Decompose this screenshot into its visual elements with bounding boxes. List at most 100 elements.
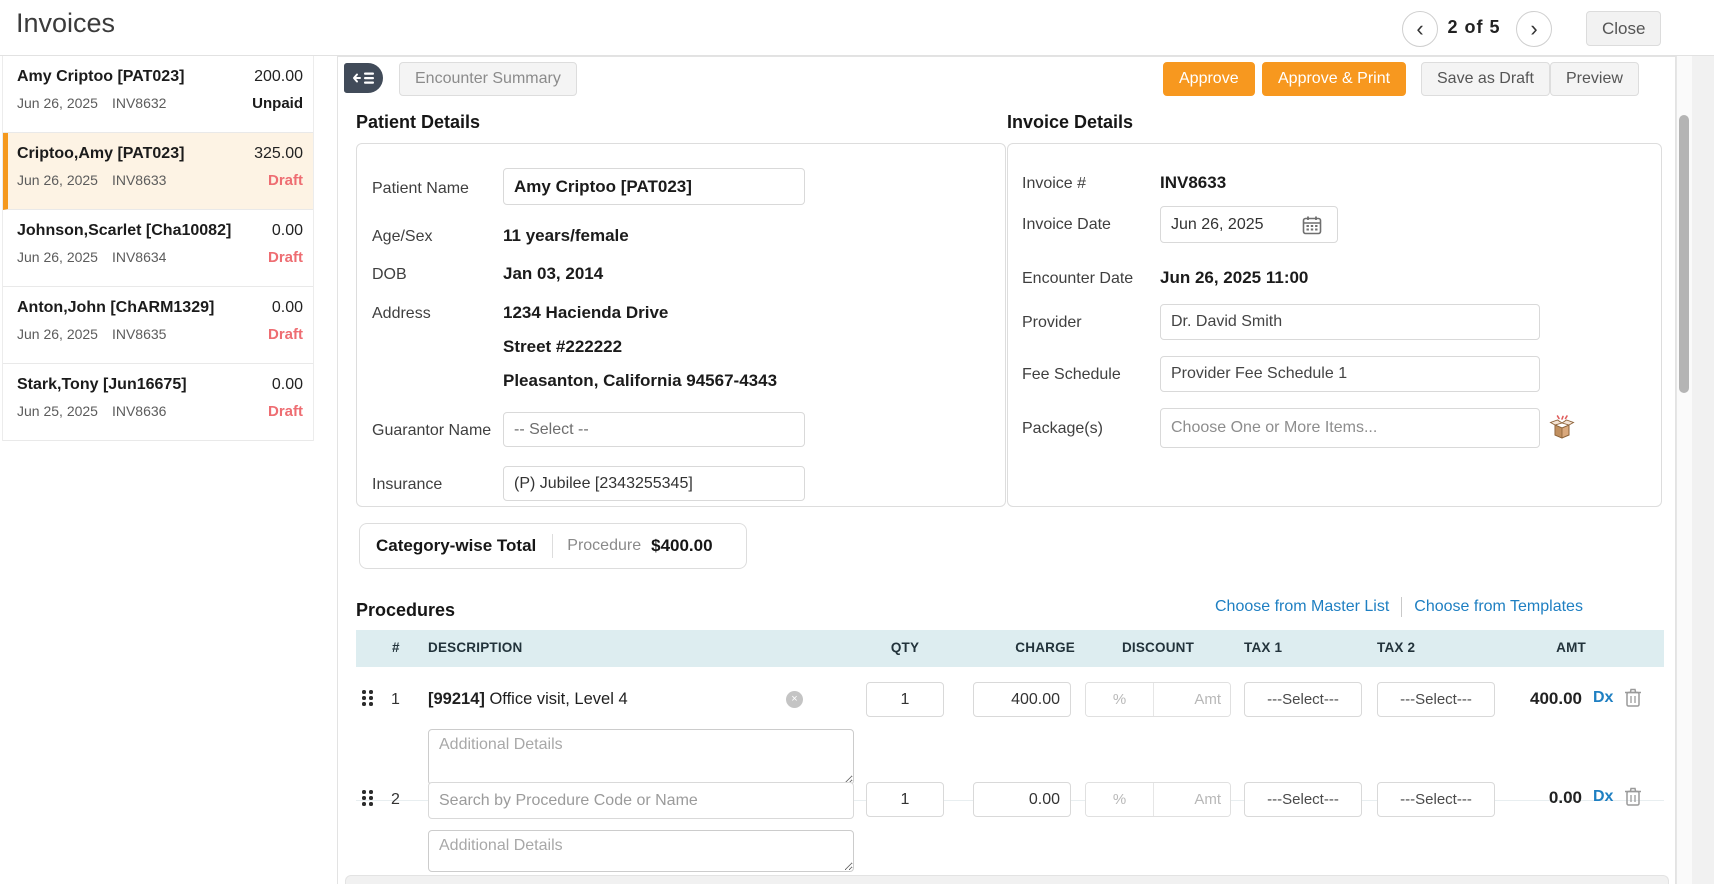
procedure-code: [99214]: [428, 690, 485, 708]
approve-and-print-button[interactable]: Approve & Print: [1262, 62, 1407, 96]
qty-input[interactable]: [866, 782, 944, 817]
invoice-list-item-selected[interactable]: Criptoo,Amy [PAT023] 325.00 Jun 26, 2025…: [3, 133, 313, 210]
delete-row-icon[interactable]: [1624, 786, 1642, 807]
patient-name-input[interactable]: [503, 168, 805, 205]
additional-details-textarea[interactable]: [428, 729, 854, 785]
invoice-date: Jun 25, 2025: [17, 403, 98, 419]
preview-button[interactable]: Preview: [1550, 62, 1639, 96]
dx-link[interactable]: Dx: [1593, 788, 1613, 806]
invoice-amount: 0.00: [271, 222, 303, 239]
invoice-date: Jun 26, 2025: [17, 249, 98, 265]
choose-from-templates-link[interactable]: Choose from Templates: [1414, 598, 1583, 616]
save-as-draft-button[interactable]: Save as Draft: [1421, 62, 1550, 96]
approve-button[interactable]: Approve: [1163, 62, 1255, 96]
invoice-list-item[interactable]: Amy Criptoo [PAT023] 200.00 Jun 26, 2025…: [3, 56, 313, 133]
tax1-select[interactable]: ---Select---: [1244, 682, 1362, 717]
invoice-list-sidebar: Amy Criptoo [PAT023] 200.00 Jun 26, 2025…: [2, 56, 314, 441]
patient-name-label: Patient Name: [372, 180, 469, 197]
packages-label: Package(s): [1022, 420, 1103, 437]
clear-procedure-icon[interactable]: ×: [786, 691, 803, 708]
invoice-list-item[interactable]: Anton,John [ChARM1329] 0.00 Jun 26, 2025…: [3, 287, 313, 364]
dob-label: DOB: [372, 266, 407, 283]
discount-amount-input[interactable]: [1154, 683, 1230, 716]
age-sex-value: 11 years/female: [503, 226, 629, 245]
tax2-select[interactable]: ---Select---: [1377, 782, 1495, 817]
dob-value: Jan 03, 2014: [503, 264, 604, 283]
chevron-right-icon: ›: [1530, 16, 1538, 41]
charge-input[interactable]: [973, 682, 1071, 717]
qty-input[interactable]: [866, 682, 944, 717]
col-header-tax1: TAX 1: [1244, 640, 1283, 655]
row-number: 1: [391, 691, 400, 708]
col-header-charge: CHARGE: [1015, 640, 1075, 655]
category-total-category: Procedure: [567, 537, 642, 554]
insurance-label: Insurance: [372, 476, 443, 493]
col-header-discount: DISCOUNT: [1121, 640, 1195, 655]
invoice-list-item[interactable]: Stark,Tony [Jun16675] 0.00 Jun 25, 2025 I…: [3, 364, 313, 441]
invoice-number-value: INV8633: [1160, 173, 1227, 192]
collapse-sidebar-icon[interactable]: [344, 63, 383, 93]
page-title: Invoices: [16, 8, 116, 38]
additional-details-textarea[interactable]: [428, 830, 854, 872]
charge-input[interactable]: [973, 782, 1071, 817]
invoice-list-item[interactable]: Johnson,Scarlet [Cha10082] 0.00 Jun 26, …: [3, 210, 313, 287]
procedures-table-header: # DESCRIPTION QTY CHARGE DISCOUNT TAX 1 …: [356, 630, 1664, 667]
invoices-screen: Invoices ‹ 2 of 5 › Close Amy Criptoo [P…: [0, 0, 1714, 884]
discount-percent-input[interactable]: [1086, 683, 1154, 716]
row-drag-handle[interactable]: [362, 690, 373, 706]
insurance-select[interactable]: (P) Jubilee [2343255345]: [503, 466, 805, 501]
address-line-2: Street #222222: [503, 337, 623, 356]
discount-percent-input[interactable]: [1086, 783, 1154, 816]
col-header-amt: AMT: [1556, 640, 1586, 655]
dx-link[interactable]: Dx: [1593, 689, 1613, 707]
invoice-amount: 325.00: [254, 145, 303, 162]
invoice-status-badge: Unpaid: [252, 95, 303, 112]
invoice-amount: 0.00: [271, 376, 303, 393]
invoice-patient-name: Amy Criptoo [PAT023]: [17, 68, 185, 85]
invoice-status-badge: Draft: [267, 403, 303, 420]
encounter-summary-button[interactable]: Encounter Summary: [399, 62, 577, 96]
links-divider: [1401, 597, 1403, 617]
invoice-number: INV8636: [111, 403, 167, 419]
next-invoice-button[interactable]: ›: [1516, 11, 1552, 47]
encounter-date-value: Jun 26, 2025 11:00: [1160, 268, 1309, 287]
provider-label: Provider: [1022, 314, 1082, 331]
discount-amount-input[interactable]: [1154, 783, 1230, 816]
guarantor-label: Guarantor Name: [372, 422, 492, 439]
right-gutter: [1692, 56, 1714, 884]
fee-schedule-label: Fee Schedule: [1022, 366, 1121, 383]
invoice-amount: 0.00: [271, 299, 303, 316]
category-total-amount: $400.00: [651, 536, 713, 555]
address-line-3: Pleasanton, California 94567-4343: [503, 371, 778, 390]
calendar-icon[interactable]: [1302, 215, 1322, 235]
vertical-scrollbar-thumb[interactable]: [1679, 115, 1689, 393]
row-drag-handle[interactable]: [362, 790, 373, 806]
invoice-date: Jun 26, 2025: [17, 95, 98, 111]
delete-row-icon[interactable]: [1624, 687, 1642, 708]
provider-select[interactable]: Dr. David Smith: [1160, 304, 1540, 340]
chevron-left-icon: ‹: [1416, 16, 1424, 41]
encounter-date-label: Encounter Date: [1022, 270, 1134, 287]
package-box-icon[interactable]: [1549, 414, 1575, 440]
close-button[interactable]: Close: [1586, 11, 1662, 46]
procedure-search-input[interactable]: [428, 782, 854, 819]
invoice-patient-name: Anton,John [ChARM1329]: [17, 299, 215, 316]
patient-details-heading: Patient Details: [356, 112, 481, 132]
address-line-1: 1234 Hacienda Drive: [503, 303, 669, 322]
invoice-number: INV8633: [111, 172, 167, 188]
choose-from-master-list-link[interactable]: Choose from Master List: [1215, 598, 1389, 616]
invoice-date: Jun 26, 2025: [17, 326, 98, 342]
guarantor-select[interactable]: -- Select --: [503, 412, 805, 447]
packages-multiselect[interactable]: Choose One or More Items...: [1160, 408, 1540, 448]
invoice-status-badge: Draft: [267, 249, 303, 266]
tax2-select[interactable]: ---Select---: [1377, 682, 1495, 717]
invoice-details-heading: Invoice Details: [1007, 112, 1134, 132]
invoice-number: INV8634: [111, 249, 167, 265]
col-header-num: #: [392, 640, 400, 655]
fee-schedule-select[interactable]: Provider Fee Schedule 1: [1160, 356, 1540, 392]
invoice-number-label: Invoice #: [1022, 175, 1087, 192]
col-header-description: DESCRIPTION: [428, 640, 523, 655]
tax1-select[interactable]: ---Select---: [1244, 782, 1362, 817]
prev-invoice-button[interactable]: ‹: [1402, 11, 1438, 47]
col-header-qty: QTY: [890, 640, 920, 655]
